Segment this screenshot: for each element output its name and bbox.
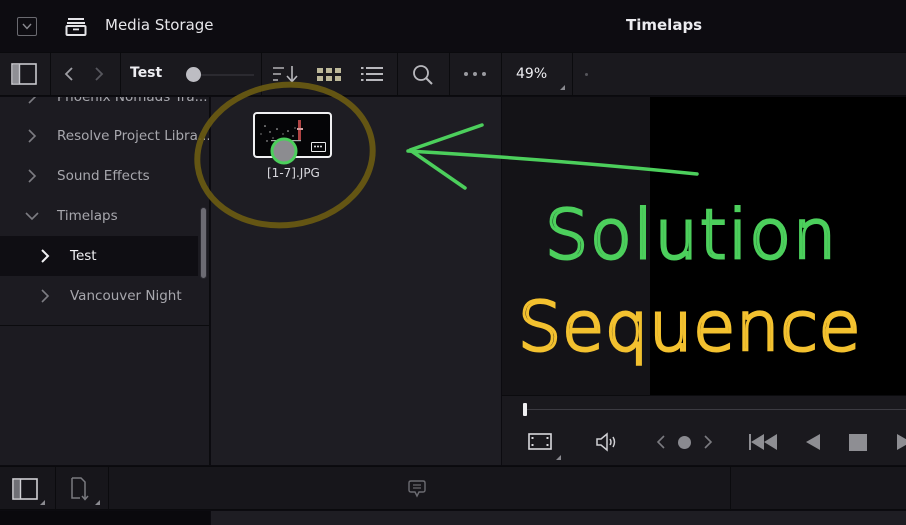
transport-controls xyxy=(502,395,906,465)
search-icon xyxy=(413,65,433,85)
next-frame-button[interactable] xyxy=(702,434,714,450)
thumbnail-size-slider-handle[interactable] xyxy=(186,67,201,82)
viewer-background xyxy=(502,97,650,395)
sidebar-toggle-icon xyxy=(11,63,37,85)
play-button[interactable] xyxy=(896,433,906,451)
toggle-sidebar-button[interactable] xyxy=(11,63,37,85)
chevron-left-icon xyxy=(656,435,665,449)
clip-thumbnail[interactable] xyxy=(253,112,332,158)
viewer xyxy=(502,97,906,395)
import-media-button[interactable] xyxy=(70,477,92,501)
stop-button[interactable] xyxy=(849,434,867,451)
thumbnail-size-slider-track[interactable] xyxy=(196,74,254,76)
import-file-icon xyxy=(71,477,89,501)
play-reverse-icon xyxy=(806,434,820,450)
bin-list-sidebar: Phoenix Nomads Tra... Resolve Project Li… xyxy=(0,97,210,465)
chevron-right-icon[interactable] xyxy=(25,97,39,104)
sidebar-divider xyxy=(0,325,209,326)
list-view-icon xyxy=(361,67,383,81)
bin-item-label: Vancouver Night xyxy=(70,288,182,304)
title-bar: Media Storage Timelaps xyxy=(0,0,906,52)
chevron-right-icon[interactable] xyxy=(25,169,39,183)
panel-dropdown-indicator xyxy=(40,500,45,505)
grid-view-icon xyxy=(317,68,341,81)
play-reverse-button[interactable] xyxy=(805,433,821,451)
sort-button[interactable] xyxy=(272,64,302,84)
chevron-right-icon xyxy=(95,67,104,81)
bin-item-label: Test xyxy=(70,248,97,264)
search-button[interactable] xyxy=(412,64,434,86)
viewer-title: Timelaps xyxy=(626,16,703,34)
sidebar-scrollbar[interactable] xyxy=(200,207,207,279)
viewer-status-dot xyxy=(585,73,588,76)
more-options-button[interactable] xyxy=(462,69,488,79)
bin-item-label: Timelaps xyxy=(57,208,118,224)
viewer-mode-dropdown-indicator xyxy=(556,455,561,460)
chevron-right-icon[interactable] xyxy=(25,129,39,143)
chevron-right-icon xyxy=(704,435,713,449)
chevron-down-icon[interactable] xyxy=(25,209,39,223)
chevron-down-icon xyxy=(22,23,32,30)
bin-item[interactable]: Resolve Project Libra... xyxy=(0,116,209,156)
viewer-zoom-level[interactable]: 49% xyxy=(516,66,547,82)
clip-name: [1-7].JPG xyxy=(267,166,320,180)
play-icon xyxy=(897,434,906,450)
bin-item[interactable]: Timelaps xyxy=(0,196,198,236)
bottom-toolbar xyxy=(0,466,906,511)
panel-menu-button[interactable] xyxy=(17,17,37,36)
import-dropdown-indicator xyxy=(95,500,100,505)
bin-item[interactable]: Phoenix Nomads Tra... xyxy=(0,97,207,117)
bin-item[interactable]: Sound Effects xyxy=(0,156,198,196)
forward-button[interactable] xyxy=(92,65,106,83)
bin-item-label: Resolve Project Libra... xyxy=(57,128,210,144)
footer-left-panel xyxy=(0,511,210,525)
zoom-dropdown-indicator xyxy=(560,85,565,90)
list-view-button[interactable] xyxy=(360,65,384,83)
go-to-start-button[interactable] xyxy=(748,433,780,451)
ellipsis-icon xyxy=(464,72,486,76)
thumbnail-view-button[interactable] xyxy=(316,67,342,83)
media-storage-icon xyxy=(65,18,87,36)
toolbar: Test 49% xyxy=(0,52,906,96)
mark-frame-button[interactable] xyxy=(678,436,691,449)
image-sequence-badge xyxy=(311,142,326,152)
scrubber-track[interactable] xyxy=(524,409,906,410)
panel-toggle-icon xyxy=(12,478,38,500)
media-storage-title: Media Storage xyxy=(105,16,214,34)
bin-item-label: Sound Effects xyxy=(57,168,150,184)
breadcrumb-current-bin: Test xyxy=(130,65,163,81)
footer-right-panel xyxy=(211,511,906,525)
bin-item-selected[interactable]: Test xyxy=(0,236,198,276)
speaker-icon xyxy=(596,432,616,452)
film-icon xyxy=(528,433,552,450)
chevron-right-icon[interactable] xyxy=(38,289,52,303)
media-pool: [1-7].JPG xyxy=(211,97,501,465)
bin-item[interactable]: Vancouver Night xyxy=(0,276,198,316)
bin-item-label: Phoenix Nomads Tra... xyxy=(57,97,208,105)
comment-icon xyxy=(408,480,426,498)
chevron-left-icon xyxy=(64,67,73,81)
viewer-mode-button[interactable] xyxy=(527,432,553,452)
back-button[interactable] xyxy=(62,65,76,83)
playhead[interactable] xyxy=(523,403,527,416)
sort-icon xyxy=(273,66,298,83)
skip-to-start-icon xyxy=(749,434,777,450)
chevron-right-icon[interactable] xyxy=(38,249,52,263)
metadata-comment-button[interactable] xyxy=(408,479,426,499)
toggle-bin-panel-button[interactable] xyxy=(12,478,38,500)
app-window: Media Storage Timelaps Test 49% Phoenix … xyxy=(0,0,906,525)
audio-button[interactable] xyxy=(595,432,621,452)
previous-frame-button[interactable] xyxy=(655,434,667,450)
